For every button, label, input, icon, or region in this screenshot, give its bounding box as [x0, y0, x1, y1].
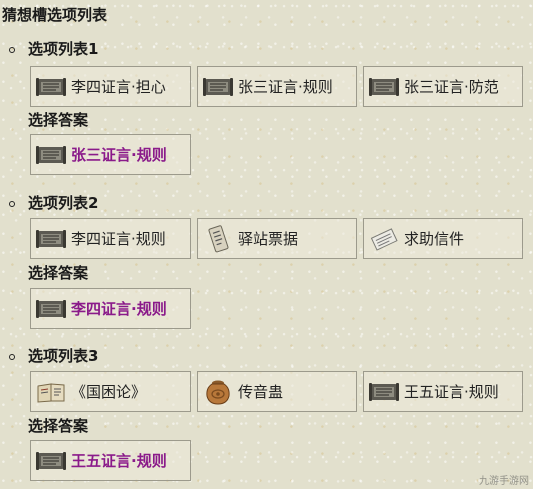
- gu-jar-icon: [202, 377, 234, 407]
- bullet-icon: [9, 47, 15, 53]
- testimony-scroll-icon: [202, 72, 234, 102]
- bullet-icon: [9, 201, 15, 207]
- answer-label: 张三证言·规则: [71, 145, 167, 164]
- option-item[interactable]: 李四证言·担心: [30, 66, 191, 107]
- page-title: 猜想槽选项列表: [2, 6, 108, 24]
- option-label: 传音蛊: [238, 382, 284, 401]
- option-item[interactable]: 《国困论》: [30, 371, 191, 412]
- option-label: 张三证言·规则: [238, 77, 333, 96]
- option-label: 王五证言·规则: [404, 382, 499, 401]
- answer-title: 选择答案: [28, 111, 89, 129]
- option-label: 张三证言·防范: [404, 77, 499, 96]
- option-label: 《国困论》: [71, 382, 147, 401]
- bullet-icon: [9, 354, 15, 360]
- option-item[interactable]: 传音蛊: [197, 371, 357, 412]
- letter-icon: [368, 224, 400, 254]
- answer-item[interactable]: 张三证言·规则: [30, 134, 191, 175]
- group-title: 选项列表1: [28, 40, 99, 58]
- testimony-scroll-icon: [368, 72, 400, 102]
- answer-item[interactable]: 王五证言·规则: [30, 440, 191, 481]
- option-label: 李四证言·规则: [71, 229, 166, 248]
- answer-label: 王五证言·规则: [71, 451, 167, 470]
- open-book-icon: [35, 377, 67, 407]
- testimony-scroll-icon: [368, 377, 400, 407]
- testimony-scroll-icon: [35, 294, 67, 324]
- option-item[interactable]: 驿站票据: [197, 218, 357, 259]
- option-item[interactable]: 李四证言·规则: [30, 218, 191, 259]
- option-item[interactable]: 张三证言·防范: [363, 66, 523, 107]
- answer-item[interactable]: 李四证言·规则: [30, 288, 191, 329]
- option-label: 李四证言·担心: [71, 77, 166, 96]
- answer-label: 李四证言·规则: [71, 299, 167, 318]
- testimony-scroll-icon: [35, 140, 67, 170]
- testimony-scroll-icon: [35, 446, 67, 476]
- site-watermark: 九游手游网: [479, 476, 529, 487]
- option-item[interactable]: 张三证言·规则: [197, 66, 357, 107]
- group-title: 选项列表3: [28, 347, 99, 365]
- answer-title: 选择答案: [28, 264, 89, 282]
- testimony-scroll-icon: [35, 72, 67, 102]
- option-item[interactable]: 求助信件: [363, 218, 523, 259]
- group-title: 选项列表2: [28, 194, 99, 212]
- option-item[interactable]: 王五证言·规则: [363, 371, 523, 412]
- testimony-scroll-icon: [35, 224, 67, 254]
- option-label: 求助信件: [404, 229, 465, 248]
- receipt-icon: [202, 224, 234, 254]
- option-label: 驿站票据: [238, 229, 299, 248]
- answer-title: 选择答案: [28, 417, 89, 435]
